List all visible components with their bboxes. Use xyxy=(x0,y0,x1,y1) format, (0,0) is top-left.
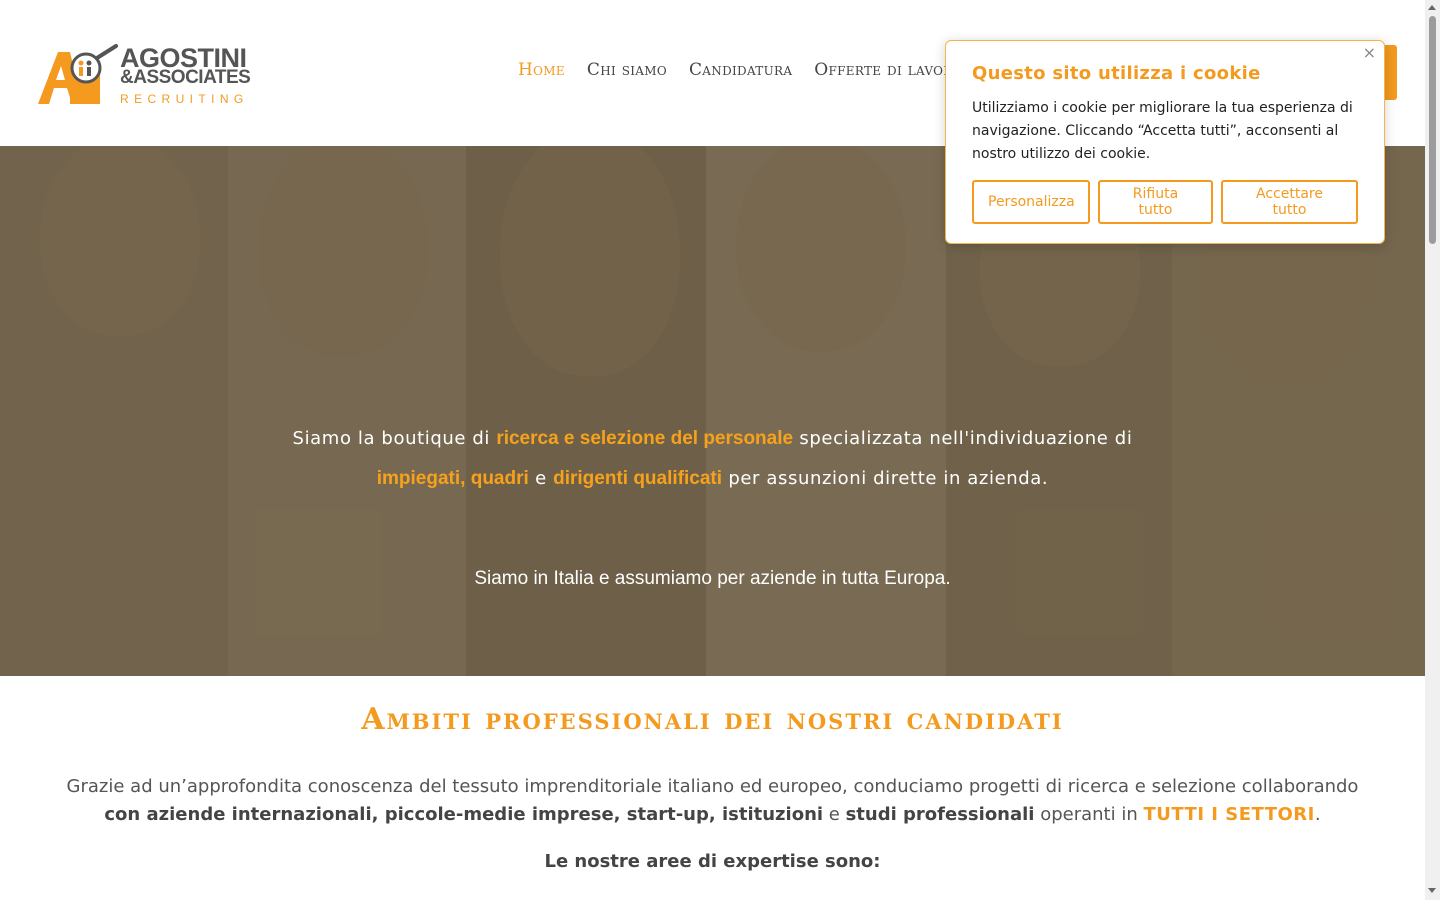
logo-subname: &ASSOCIATES xyxy=(120,67,251,88)
cookie-title: Questo sito utilizza i cookie xyxy=(972,63,1261,84)
bold-text: studi professionali xyxy=(845,804,1035,825)
reject-all-button[interactable]: Rifiuta tutto xyxy=(1098,180,1213,224)
hero-line-2: impiegati, quadri e dirigenti qualificat… xyxy=(0,468,1425,490)
text: . xyxy=(1314,804,1321,825)
text: operanti in xyxy=(1034,804,1144,825)
hero-text: e xyxy=(528,468,554,489)
section-paragraph: Grazie ad un’approfondita conoscenza del… xyxy=(66,776,1359,797)
scrollbar[interactable] xyxy=(1425,0,1440,900)
cookie-banner: × Questo sito utilizza i cookie Utilizzi… xyxy=(945,40,1385,244)
customize-button[interactable]: Personalizza xyxy=(972,180,1090,224)
scroll-thumb[interactable] xyxy=(1429,16,1436,244)
nav-item-home[interactable]: Home xyxy=(518,60,565,80)
highlight-text: TUTTI I SETTORI xyxy=(1143,804,1315,825)
hero-line-3: Siamo in Italia e assumiamo per aziende … xyxy=(474,568,951,589)
scroll-up-arrow-icon[interactable] xyxy=(1428,5,1436,10)
cookie-text: Utilizziamo i cookie per migliorare la t… xyxy=(972,100,1353,162)
nav-item-offerte[interactable]: Offerte di lavoro xyxy=(814,60,962,80)
hero-highlight: ricerca e selezione del personale xyxy=(496,428,794,449)
section-subtitle: Le nostre aree di expertise sono: xyxy=(544,851,881,872)
hero-text: per assunzioni dirette in azienda. xyxy=(722,468,1049,489)
hero-text: specializzata nell'individuazione di xyxy=(793,428,1133,449)
scroll-down-arrow-icon[interactable] xyxy=(1428,888,1436,893)
site-logo[interactable]: AGOSTINI &ASSOCIATES RECRUITING xyxy=(36,44,276,108)
close-icon[interactable]: × xyxy=(1363,43,1376,62)
logo-tagline: RECRUITING xyxy=(120,92,249,106)
cookie-buttons: Personalizza Rifiuta tutto Accettare tut… xyxy=(972,180,1358,224)
text: e xyxy=(823,804,846,825)
hero-highlight: impiegati, quadri xyxy=(376,468,529,489)
accept-all-button[interactable]: Accettare tutto xyxy=(1221,180,1358,224)
bold-text: con aziende internazionali, piccole-medi… xyxy=(104,804,824,825)
section-paragraph-2: con aziende internazionali, piccole-medi… xyxy=(40,801,1385,829)
nav-item-chi-siamo[interactable]: Chi siamo xyxy=(587,60,667,80)
logo-mark-icon xyxy=(38,44,118,104)
section-title: Ambiti professionali dei nostri candidat… xyxy=(361,702,1064,737)
nav-item-candidatura[interactable]: Candidatura xyxy=(689,60,792,80)
hero-text: Siamo la boutique di xyxy=(292,428,497,449)
hero-line-1: Siamo la boutique di ricerca e selezione… xyxy=(0,428,1425,450)
main-nav: Home Chi siamo Candidatura Offerte di la… xyxy=(518,60,963,80)
hero-highlight: dirigenti qualificati xyxy=(553,468,723,489)
